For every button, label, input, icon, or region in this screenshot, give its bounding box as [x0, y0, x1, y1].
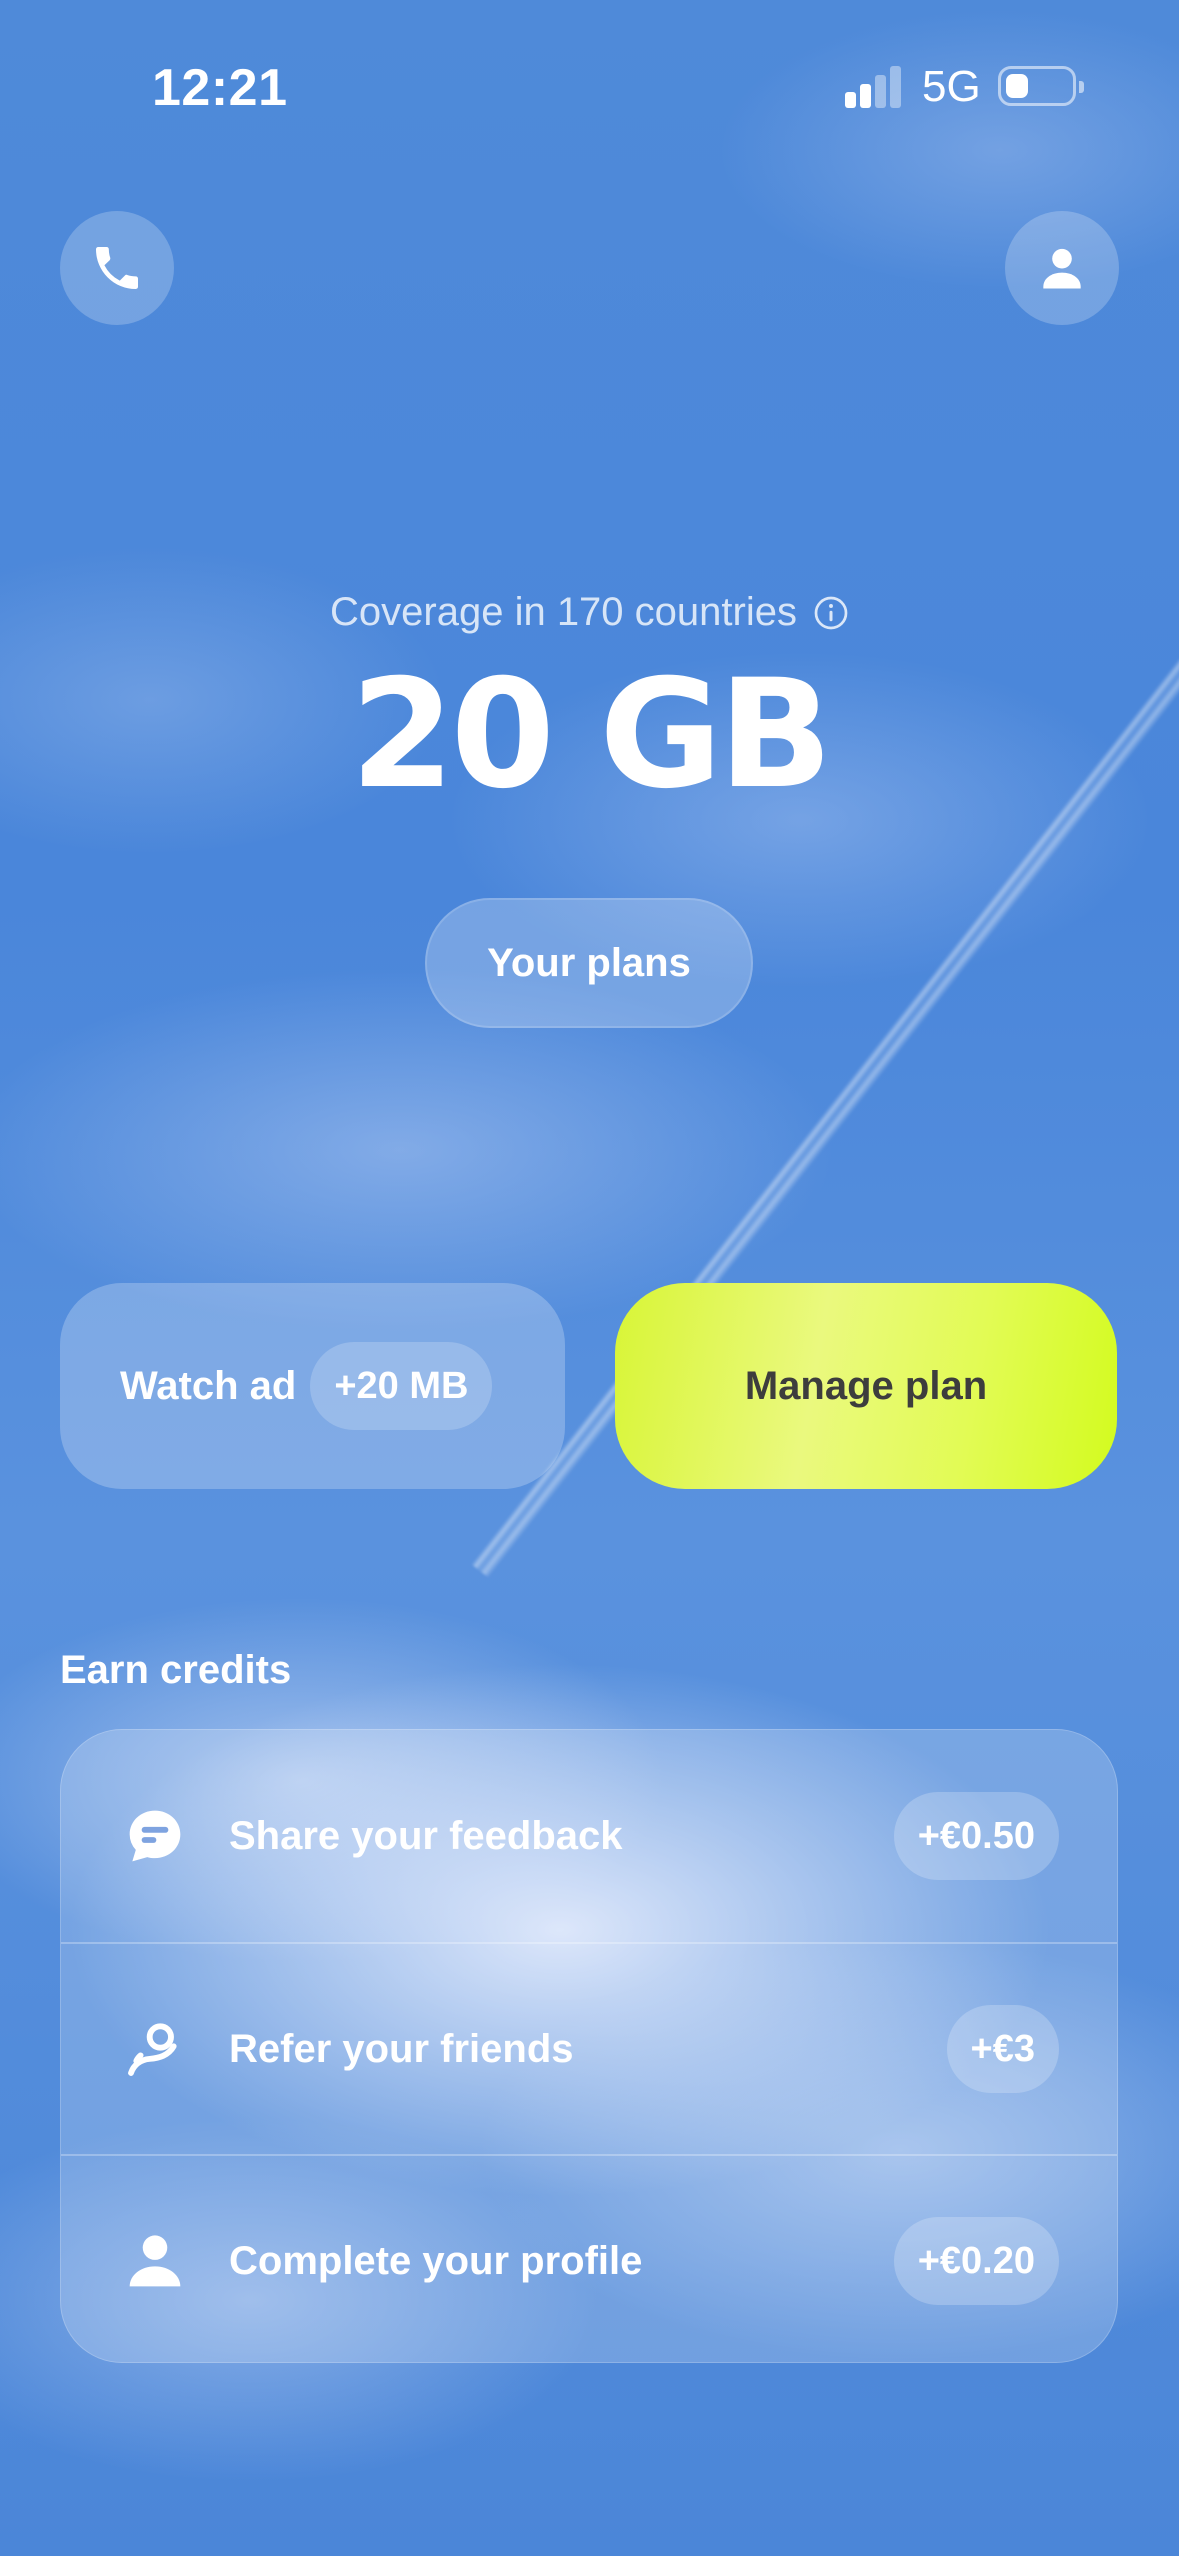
- credit-item-label: Complete your profile: [229, 2238, 643, 2283]
- data-balance: 20 GB: [350, 648, 832, 822]
- credit-item-feedback[interactable]: Share your feedback +€0.50: [61, 1730, 1117, 1942]
- user-icon: [1043, 248, 1081, 289]
- credit-item-label: Refer your friends: [229, 2026, 574, 2071]
- earn-credits-card: Share your feedback +€0.50 Refer your fr…: [60, 1729, 1118, 2363]
- credit-item-reward: +€3: [946, 2005, 1059, 2093]
- chat-bubble-icon: [123, 1804, 187, 1868]
- status-time: 12:21: [152, 59, 288, 117]
- refer-friend-icon: [123, 2017, 187, 2081]
- signal-icon: [845, 64, 905, 108]
- your-plans-button[interactable]: Your plans: [425, 898, 753, 1028]
- credit-item-refer[interactable]: Refer your friends +€3: [61, 1942, 1117, 2154]
- credit-item-reward: +€0.50: [893, 1792, 1059, 1880]
- credit-item-profile[interactable]: Complete your profile +€0.20: [61, 2154, 1117, 2362]
- earn-credits-title: Earn credits: [60, 1648, 292, 1692]
- coverage-text: Coverage in 170 countries: [330, 590, 797, 634]
- manage-plan-button[interactable]: Manage plan: [615, 1283, 1117, 1489]
- profile-icon: [123, 2229, 187, 2293]
- network-type: 5G: [922, 62, 981, 111]
- credit-item-label: Share your feedback: [229, 1813, 623, 1858]
- watch-ad-button[interactable]: Watch ad +20 MB: [60, 1283, 565, 1489]
- info-icon[interactable]: [813, 595, 849, 631]
- phone-icon: [96, 247, 138, 289]
- battery-icon: [998, 66, 1084, 106]
- watch-ad-reward: +20 MB: [310, 1342, 493, 1430]
- status-bar: 12:21 5G: [0, 0, 1179, 175]
- profile-button[interactable]: [1005, 211, 1119, 325]
- call-button[interactable]: [60, 211, 174, 325]
- watch-ad-label: Watch ad: [120, 1363, 297, 1408]
- coverage-info[interactable]: Coverage in 170 countries: [0, 590, 1179, 635]
- credit-item-reward: +€0.20: [893, 2217, 1059, 2305]
